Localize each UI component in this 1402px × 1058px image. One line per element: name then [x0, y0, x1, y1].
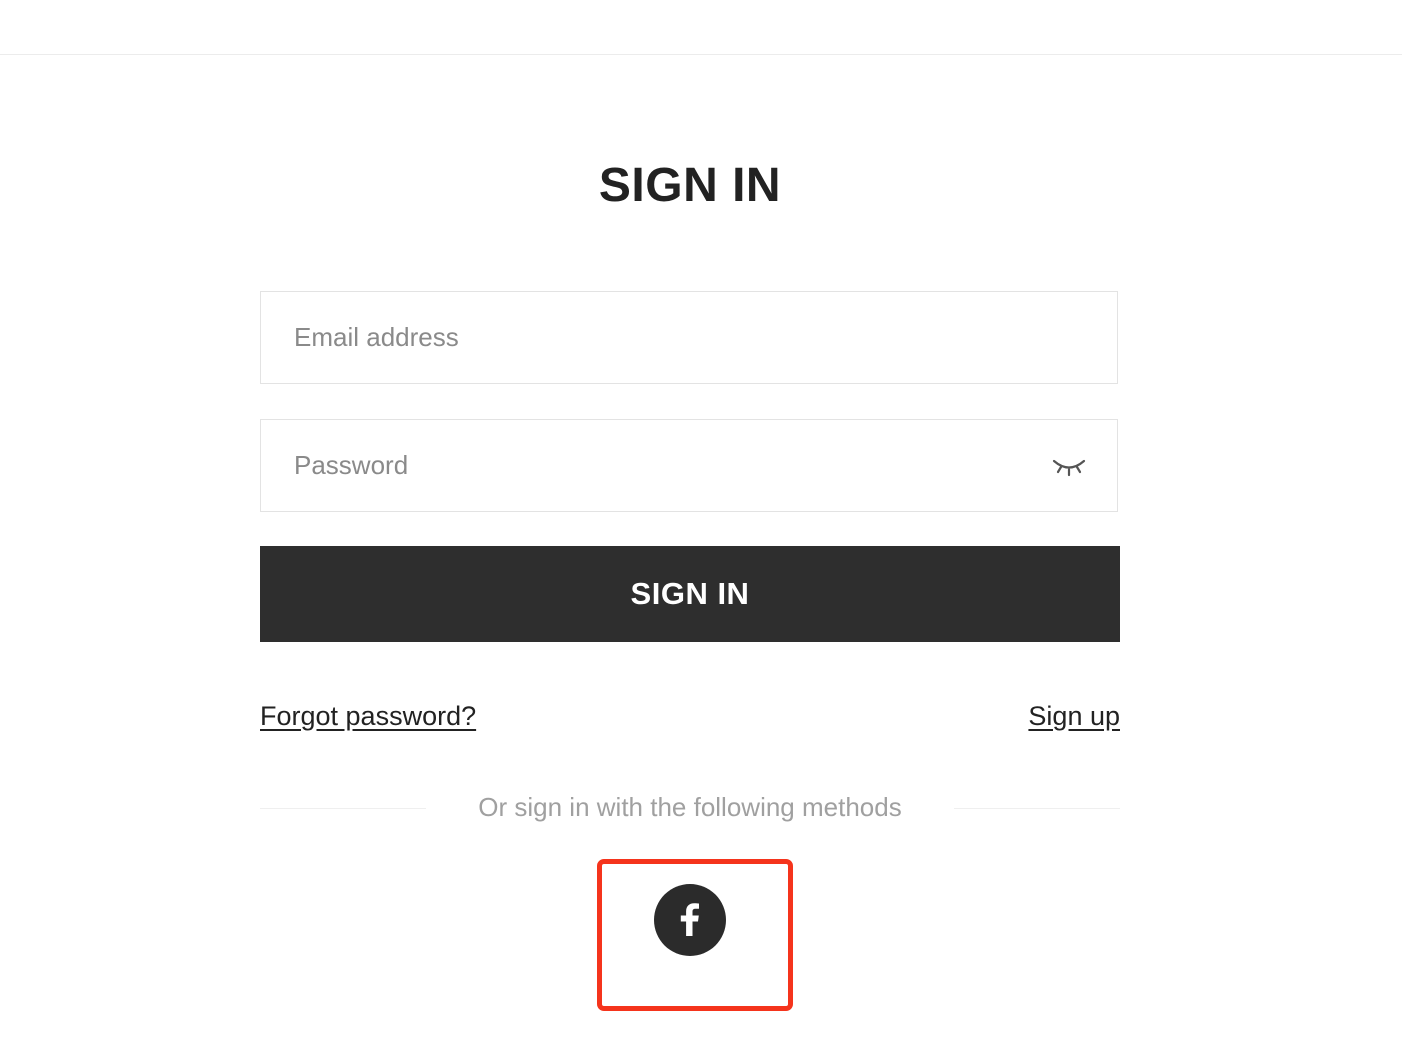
sign-in-button[interactable]: SIGN IN: [260, 546, 1120, 642]
page-title: SIGN IN: [598, 159, 782, 212]
email-field[interactable]: [260, 291, 1118, 384]
social-separator-text: Or sign in with the following methods: [478, 792, 902, 822]
sign-in-page: SIGN IN SIGN IN Forgot password? Sign up…: [0, 0, 1402, 1058]
separator-line-left: [260, 808, 426, 809]
forgot-password-link[interactable]: Forgot password?: [260, 701, 476, 732]
password-field[interactable]: [260, 419, 1118, 512]
separator-line-right: [954, 808, 1120, 809]
facebook-icon: [680, 903, 699, 936]
facebook-sign-in-button[interactable]: [654, 884, 726, 956]
header-divider: [0, 54, 1402, 55]
sign-up-link[interactable]: Sign up: [1028, 701, 1120, 732]
password-input[interactable]: [294, 420, 1054, 511]
email-input[interactable]: [294, 292, 1054, 383]
closed-eye-icon[interactable]: [1051, 454, 1087, 478]
